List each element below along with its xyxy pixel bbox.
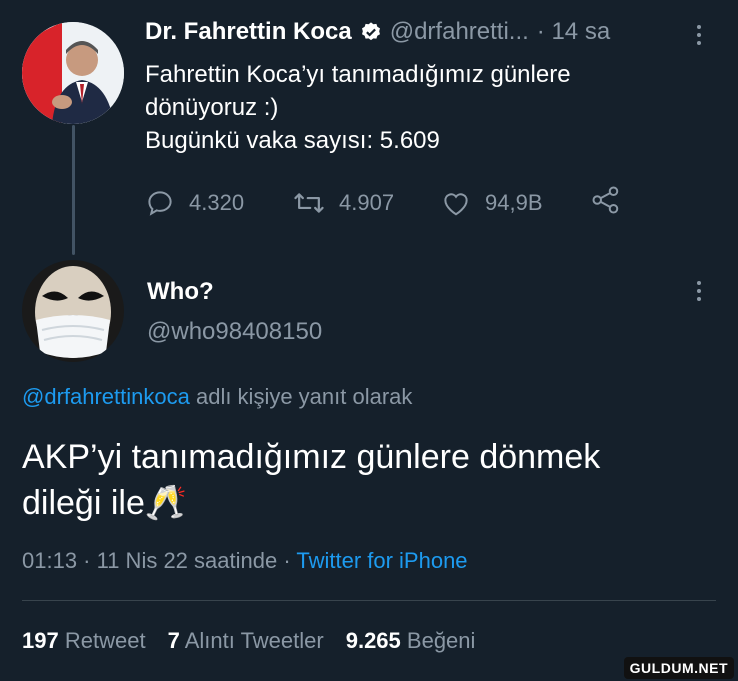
quotes-stat[interactable]: 7 Alıntı Tweetler xyxy=(168,628,324,654)
share-button[interactable] xyxy=(591,186,621,219)
likes-stat-count: 9.265 xyxy=(345,628,401,653)
author-name[interactable]: Dr. Fahrettin Koca xyxy=(145,18,352,46)
retweets-stat-label: Retweet xyxy=(64,628,146,653)
author-handle[interactable]: @drfahretti... xyxy=(390,18,529,46)
retweets-stat-count: 197 xyxy=(22,628,59,653)
verified-badge-icon xyxy=(360,21,382,43)
avatar-who[interactable] xyxy=(22,260,124,362)
likes-stat[interactable]: 9.265 Beğeni xyxy=(346,628,476,654)
tweet-text-line: Bugünkü vaka sayısı: 5.609 xyxy=(145,127,440,154)
divider xyxy=(22,600,716,601)
retweet-button[interactable]: 4.907 xyxy=(293,188,441,218)
quotes-stat-label: Alıntı Tweetler xyxy=(184,628,324,653)
retweet-icon xyxy=(294,192,324,213)
heart-icon xyxy=(444,192,468,215)
replying-to-link[interactable]: @drfahrettinkoca xyxy=(22,384,190,409)
avatar-koca[interactable] xyxy=(22,22,124,124)
retweet-count: 4.907 xyxy=(339,189,395,215)
reply-icon xyxy=(148,190,172,216)
more-options-icon[interactable] xyxy=(697,25,701,45)
reply-text-line: dileği ile🥂 xyxy=(22,484,188,522)
watermark: GULDUM.NET xyxy=(623,657,734,679)
share-icon xyxy=(592,186,619,214)
tweet-text-line: dönüyoruz :) xyxy=(145,94,279,121)
reply-count: 4.320 xyxy=(189,189,245,215)
thread-line xyxy=(72,125,75,255)
tweet-time[interactable]: · 14 sa xyxy=(537,18,610,46)
quotes-stat-count: 7 xyxy=(167,628,180,653)
tweet-source-link[interactable]: Twitter for iPhone xyxy=(296,548,467,573)
likes-stat-label: Beğeni xyxy=(406,628,476,653)
retweets-stat[interactable]: 197 Retweet xyxy=(22,628,146,654)
like-button[interactable]: 94,9B xyxy=(441,189,591,217)
reply-text-line: AKP’yi tanımadığımız günlere dönmek xyxy=(22,438,601,476)
replying-to-label: adlı kişiye yanıt olarak xyxy=(189,384,413,409)
reply-author-name[interactable]: Who? xyxy=(147,278,214,306)
reply-author-handle[interactable]: @who98408150 xyxy=(147,318,322,346)
tweet-timestamp[interactable]: 01:13 · 11 Nis 22 saatinde · xyxy=(22,548,296,573)
reply-button[interactable]: 4.320 xyxy=(145,188,293,218)
reply-more-options-icon[interactable] xyxy=(697,281,701,301)
tweet-text-line: Fahrettin Koca’yı tanımadığımız günlere xyxy=(145,61,571,88)
like-count: 94,9B xyxy=(485,189,543,215)
